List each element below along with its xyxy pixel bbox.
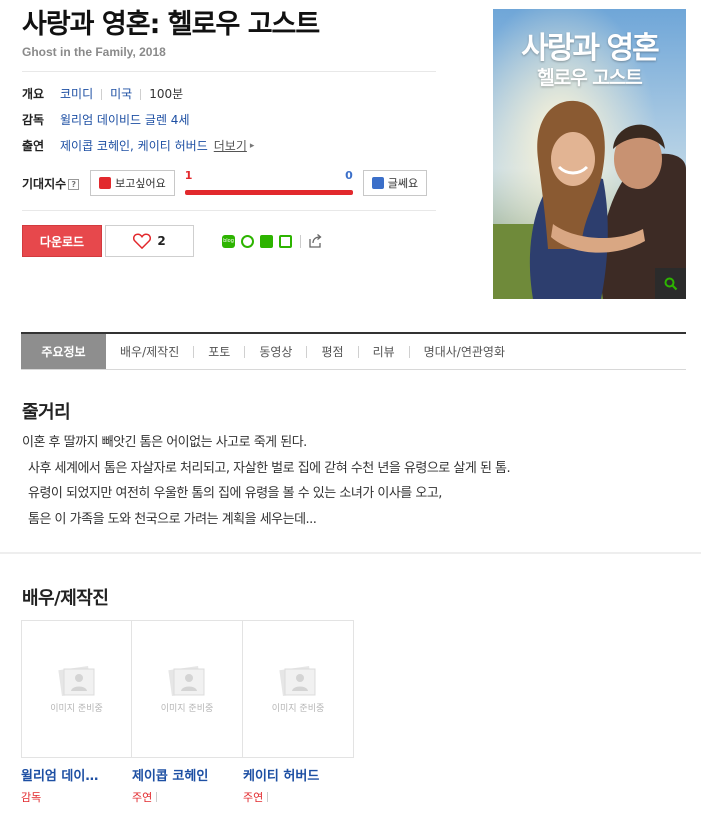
overview-label: 개요 (22, 87, 45, 101)
thumbs-up-icon (99, 177, 112, 189)
director-label: 감독 (22, 113, 45, 127)
divider (101, 88, 103, 100)
cast-link[interactable]: 제이콥 코헤인, 케이티 허버드 (60, 139, 208, 153)
no-image-icon (57, 666, 94, 696)
section-divider (0, 552, 701, 554)
tab-cast-crew[interactable]: 배우/제작진 (106, 334, 193, 369)
like-count: 2 (157, 234, 166, 248)
director-link[interactable]: 윌리엄 데이비드 글렌 4세 (60, 113, 189, 127)
info-row-overview: 개요 코미디 미국 100분 (22, 81, 436, 107)
tab-main-info[interactable]: 주요정보 (21, 334, 106, 369)
divider (22, 71, 436, 72)
synopsis-line: 사후 세계에서 톰은 자살자로 처리되고, 자살한 벌로 집에 갇혀 수천 년을… (28, 460, 511, 476)
poster-title-line1: 사랑과 영혼 (521, 31, 659, 66)
expectation-label: 기대지수? (22, 175, 80, 192)
poster-title-line2: 헬로우 고스트 (537, 67, 643, 89)
synopsis-heading: 줄거리 (22, 402, 71, 423)
crew-name[interactable]: 케이티 허버드 (243, 765, 354, 784)
blog-share-icon[interactable]: blog (222, 234, 235, 248)
tab-rating[interactable]: 평점 (307, 334, 357, 369)
share-icons: blog (222, 233, 323, 249)
crew-role: 감독 (21, 791, 42, 804)
heart-icon (133, 233, 152, 249)
crew-heading: 배우/제작진 (22, 588, 109, 609)
movie-subtitle: Ghost in the Family, 2018 (22, 45, 166, 59)
runtime: 100분 (149, 87, 184, 101)
more-link[interactable]: 더보기 (214, 139, 247, 153)
expectation-rating: 기대지수? 보고싶어요 1 0 글쎄요 (22, 169, 436, 197)
tab-quotes-related[interactable]: 명대사/연관영화 (410, 334, 519, 369)
thumbs-down-icon (371, 177, 384, 189)
synopsis-text: 이혼 후 딸까지 빼앗긴 톰은 어이없는 사고로 죽게 된다. 사후 세계에서 … (22, 430, 682, 532)
calendar-share-icon[interactable] (279, 234, 292, 248)
not-sure-button[interactable]: 글쎄요 (362, 170, 428, 196)
crew-role: 주연 (132, 789, 243, 805)
no-image-icon (279, 666, 316, 696)
divider (22, 210, 436, 211)
country-link[interactable]: 미국 (110, 87, 132, 101)
synopsis-line: 이혼 후 딸까지 빼앗긴 톰은 어이없는 사고로 죽게 된다. (22, 435, 307, 450)
zoom-button[interactable] (655, 268, 686, 299)
no-image-icon (168, 666, 205, 696)
want-count: 1 (184, 169, 193, 182)
crew-photo-placeholder[interactable]: 이미지 준비중 (132, 620, 243, 758)
band-share-icon[interactable] (241, 234, 254, 248)
tab-photo[interactable]: 포토 (194, 334, 244, 369)
meh-count: 0 (345, 169, 353, 182)
movie-header: 사랑과 영혼: 헬로우 고스트 Ghost in the Family, 201… (22, 8, 436, 257)
movie-title: 사랑과 영혼: 헬로우 고스트 (22, 9, 320, 40)
expectation-gauge: 1 0 (184, 169, 353, 197)
info-row-cast: 출연 제이콥 코헤인, 케이티 허버드 더보기 ▸ (22, 133, 436, 159)
search-icon (664, 277, 677, 290)
action-bar: 다운로드 2 blog (22, 225, 436, 257)
no-image-text: 이미지 준비중 (160, 704, 214, 714)
share-icon[interactable] (307, 233, 323, 249)
download-button[interactable]: 다운로드 (22, 225, 102, 257)
info-row-director: 감독 윌리엄 데이비드 글렌 4세 (22, 107, 436, 133)
crew-role: 주연 (243, 789, 354, 805)
tab-video[interactable]: 동영상 (245, 334, 306, 369)
want-to-see-button[interactable]: 보고싶어요 (90, 170, 175, 196)
bookmark-share-icon[interactable] (260, 234, 273, 248)
divider (300, 234, 301, 248)
synopsis-line: 톰은 이 가족을 도와 천국으로 가려는 계획을 세우는데... (28, 511, 317, 527)
cast-label: 출연 (22, 139, 45, 153)
crew-name[interactable]: 윌리엄 데이… (21, 765, 132, 784)
content-tabs: 주요정보 배우/제작진 포토 동영상 평점 리뷰 명대사/연관영화 (21, 332, 686, 370)
no-image-text: 이미지 준비중 (50, 704, 103, 714)
like-button[interactable]: 2 (105, 225, 194, 257)
crew-card[interactable]: 이미지 준비중 케이티 허버드 주연 (243, 620, 354, 805)
help-icon[interactable]: ? (68, 178, 80, 190)
chevron-right-icon: ▸ (249, 141, 255, 151)
crew-card[interactable]: 이미지 준비중 제이콥 코헤인 주연 (132, 620, 243, 805)
crew-photo-placeholder[interactable]: 이미지 준비중 (243, 620, 354, 758)
not-sure-label: 글쎄요 (387, 177, 419, 190)
crew-card[interactable]: 이미지 준비중 윌리엄 데이… 감독 (21, 620, 132, 805)
crew-list: 이미지 준비중 윌리엄 데이… 감독 이미지 준비중 제이콥 코헤인 주연 이미 (21, 620, 354, 805)
tab-review[interactable]: 리뷰 (359, 334, 409, 369)
crew-photo-placeholder[interactable]: 이미지 준비중 (21, 620, 132, 758)
movie-poster[interactable]: 사랑과 영혼 헬로우 고스트 (493, 9, 686, 299)
want-to-see-label: 보고싶어요 (115, 177, 166, 190)
gauge-bar (184, 190, 353, 195)
crew-name[interactable]: 제이콥 코헤인 (132, 765, 243, 784)
genre-link[interactable]: 코미디 (60, 87, 93, 101)
movie-info: 개요 코미디 미국 100분 감독 윌리엄 데이비드 글렌 4세 출연 제이콥 … (22, 81, 436, 159)
no-image-text: 이미지 준비중 (271, 704, 325, 714)
divider (140, 88, 142, 100)
synopsis-line: 유령이 되었지만 여전히 우울한 톰의 집에 유령을 볼 수 있는 소녀가 이사… (28, 486, 442, 501)
